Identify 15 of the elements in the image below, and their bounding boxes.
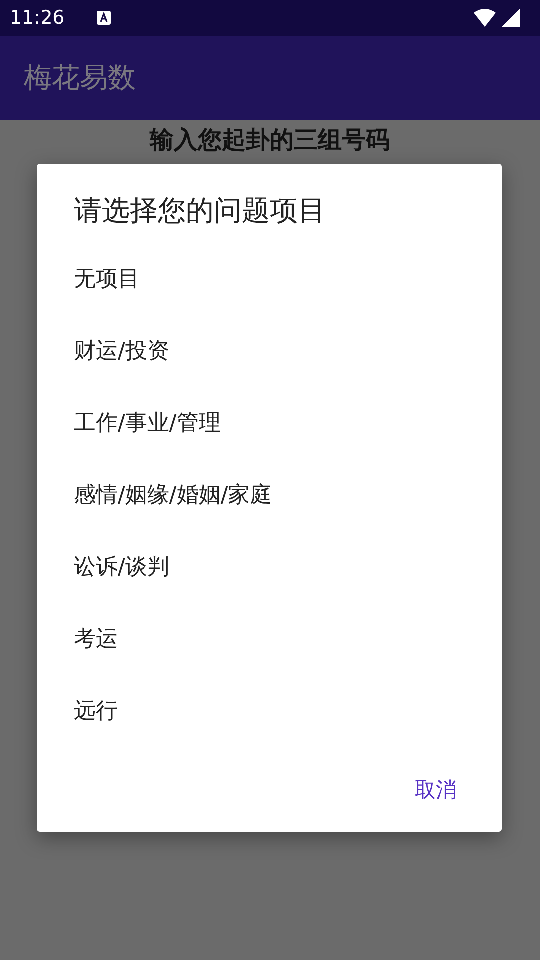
status-time: 11:26 bbox=[10, 7, 65, 29]
option-item[interactable]: 无项目 bbox=[37, 244, 502, 316]
option-item[interactable]: 远行 bbox=[37, 676, 502, 748]
signal-icon bbox=[502, 9, 520, 27]
cancel-button[interactable]: 取消 bbox=[399, 766, 473, 814]
option-item[interactable]: 感情/姻缘/婚姻/家庭 bbox=[37, 460, 502, 532]
option-item[interactable]: 财运/投资 bbox=[37, 316, 502, 388]
page-heading: 输入您起卦的三组号码 bbox=[150, 125, 390, 156]
keyboard-notification-icon bbox=[96, 11, 111, 25]
app-title: 梅花易数 bbox=[24, 60, 136, 96]
option-item[interactable]: 考运 bbox=[37, 604, 502, 676]
wifi-icon bbox=[474, 9, 496, 27]
dialog-title: 请选择您的问题项目 bbox=[73, 194, 327, 228]
option-item[interactable]: 工作/事业/管理 bbox=[37, 388, 502, 460]
option-item[interactable]: 讼诉/谈判 bbox=[37, 532, 502, 604]
